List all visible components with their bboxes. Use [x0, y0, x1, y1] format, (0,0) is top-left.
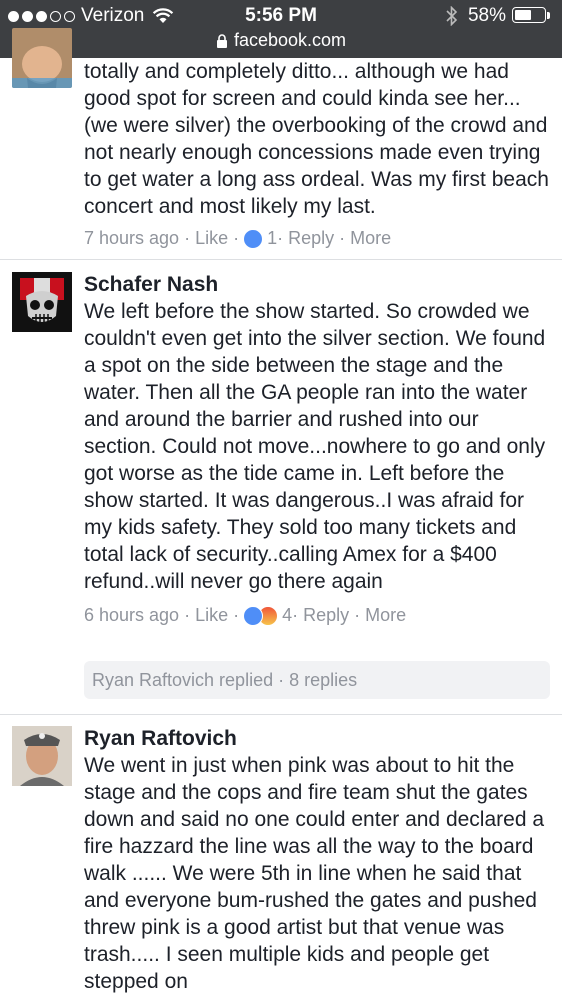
url-text: facebook.com [233, 30, 347, 50]
like-reaction-icon [243, 228, 264, 249]
reaction-count: 1 [267, 228, 278, 248]
bluetooth-icon [446, 6, 458, 26]
avatar[interactable] [12, 28, 72, 88]
reaction-count: 4 [282, 605, 293, 625]
avatar[interactable] [12, 726, 72, 786]
more-button[interactable]: More [365, 605, 406, 626]
view-replies-button[interactable]: Ryan Raftovich replied · 8 replies [84, 661, 550, 699]
reaction-summary[interactable]: 4 [243, 605, 292, 626]
like-button[interactable]: Like [195, 228, 228, 249]
comment-actions: 7 hours ago · Like · 1 · Reply · More [84, 228, 392, 249]
comment-actions: 6 hours ago · Like · 4 · Reply · More [84, 605, 407, 626]
like-reaction-icon [243, 605, 264, 626]
browser-status-bar: Verizon 5:56 PM 58% facebook.com [0, 0, 562, 58]
like-button[interactable]: Like [195, 605, 228, 626]
address-bar[interactable]: facebook.com [0, 30, 562, 51]
lock-icon [216, 33, 227, 48]
reply-button[interactable]: Reply [288, 228, 334, 249]
comment-time[interactable]: 7 hours ago [84, 228, 179, 249]
comment-time[interactable]: 6 hours ago [84, 605, 179, 626]
comment-text: We went in just when pink was about to h… [84, 754, 545, 993]
comment-text: totally and completely ditto... although… [84, 60, 549, 218]
comment-author[interactable]: Ryan Raftovich [84, 726, 554, 752]
battery-percent: 58% [467, 5, 506, 26]
replies-summary: Ryan Raftovich replied · 8 replies [92, 669, 358, 690]
reply-button[interactable]: Reply [303, 605, 349, 626]
battery-icon [512, 7, 552, 25]
reaction-summary[interactable]: 1 [243, 228, 277, 249]
avatar[interactable] [12, 272, 72, 332]
comment-text: We left before the show started. So crow… [84, 300, 546, 593]
comment-author[interactable]: Schafer Nash [84, 272, 554, 298]
divider [0, 259, 562, 260]
more-button[interactable]: More [350, 228, 391, 249]
divider [0, 714, 562, 715]
